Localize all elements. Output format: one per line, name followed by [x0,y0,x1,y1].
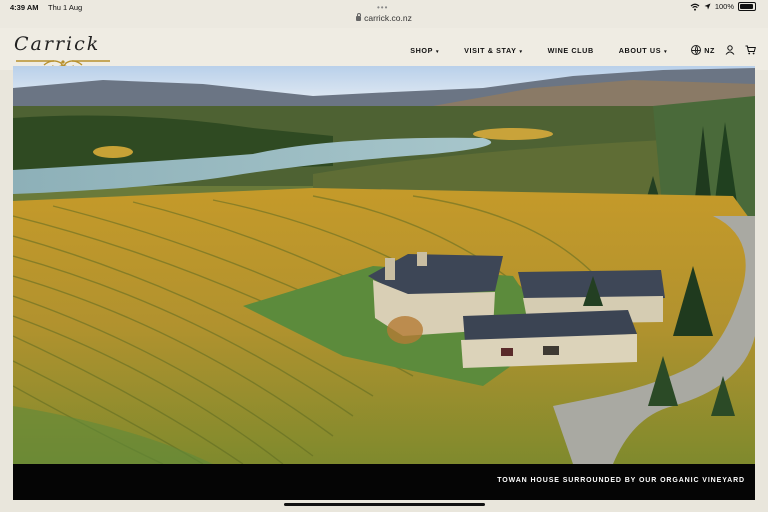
nav-shop-label: SHOP [410,45,434,55]
cart-icon [745,45,756,55]
battery-icon [738,2,756,11]
url-display[interactable]: carrick.co.nz [0,13,768,23]
main-nav: SHOP ▾ VISIT & STAY ▾ WINE CLUB ABOUT US ▾ … [385,45,756,55]
hero-caption-bar: TOWAN HOUSE SURROUNDED BY OUR ORGANIC VI… [13,464,755,500]
carrick-logo[interactable]: Carrick [14,33,114,69]
hero-image [13,66,755,464]
chevron-down-icon: ▾ [436,48,440,55]
battery-level [740,4,753,9]
region-selector[interactable]: NZ [691,45,715,55]
chevron-down-icon: ▾ [664,48,668,55]
multitasking-dots-icon[interactable]: ••• [377,3,388,12]
vineyard-aerial-photo [13,66,755,464]
home-indicator[interactable] [284,503,485,506]
nav-item-visit-stay[interactable]: VISIT & STAY ▾ [464,46,522,55]
user-icon [725,45,735,55]
account-button[interactable] [725,45,735,55]
region-label: NZ [704,45,715,55]
status-indicators: 100% [690,2,756,11]
status-date: Thu 1 Aug [48,3,83,12]
nav-visit-stay-label: VISIT & STAY [464,45,517,55]
nav-item-shop[interactable]: SHOP ▾ [410,46,439,55]
location-icon [704,3,711,10]
lock-icon [356,13,362,21]
nav-wine-club-label: WINE CLUB [547,45,594,55]
browser-address-bar[interactable]: carrick.co.nz [0,12,768,28]
url-text: carrick.co.nz [364,13,412,23]
nav-about-us-label: ABOUT US [618,45,662,55]
nav-item-about-us[interactable]: ABOUT US ▾ [619,46,667,55]
site-header: Carrick SHOP ▾ VISIT & STAY ▾ WINE CLUB AB… [0,28,768,70]
status-time: 4:39 AM [10,3,39,12]
globe-icon [691,45,702,55]
logo-wordmark: Carrick [14,33,101,55]
cart-button[interactable] [745,45,756,55]
battery-percent: 100% [714,2,734,11]
chevron-down-icon: ▾ [519,48,523,55]
nav-item-wine-club[interactable]: WINE CLUB [548,46,594,55]
wifi-icon [690,3,700,11]
hero-caption: TOWAN HOUSE SURROUNDED BY OUR ORGANIC VI… [497,477,745,484]
